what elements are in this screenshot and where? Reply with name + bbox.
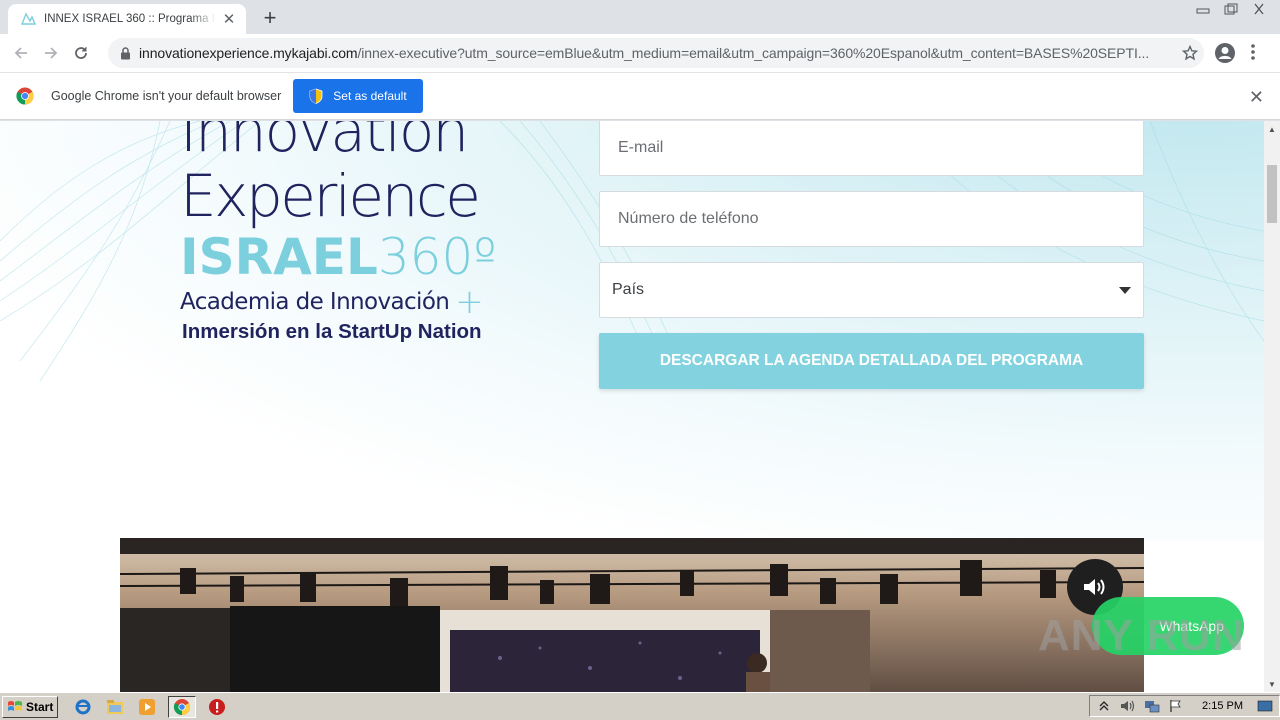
logo-academia-text: Academia de Innovación	[180, 289, 450, 315]
plus-icon: +	[455, 282, 484, 322]
browser-tab[interactable]: INNEX ISRAEL 360 :: Programa Internacion…	[8, 4, 246, 34]
start-label: Start	[26, 699, 54, 714]
country-select-label: País	[612, 281, 645, 298]
forward-icon[interactable]	[36, 38, 66, 68]
network-icon[interactable]	[1144, 698, 1160, 714]
url-path: /innex-executive?utm_source=emBlue&utm_m…	[357, 45, 1150, 61]
page-scrollbar[interactable]: ▲ ▼	[1264, 121, 1280, 692]
quick-launch	[72, 695, 228, 718]
profile-avatar-icon[interactable]	[1214, 42, 1236, 69]
address-bar[interactable]: innovationexperience.mykajabi.com/innex-…	[108, 38, 1204, 68]
phone-field[interactable]: Número de teléfono	[599, 191, 1144, 247]
download-form: E-mail Número de teléfono País DESCARGAR…	[599, 121, 1144, 389]
favicon-icon	[20, 11, 36, 27]
url-host: innovationexperience.mykajabi.com	[139, 45, 358, 61]
logo-360-number: 360º	[377, 228, 497, 286]
tab-strip: INNEX ISRAEL 360 :: Programa Internacion…	[0, 0, 1280, 34]
scroll-up-icon[interactable]: ▲	[1264, 121, 1280, 137]
volume-icon[interactable]	[1120, 698, 1136, 714]
stop-sign-icon[interactable]	[206, 696, 228, 718]
chrome-taskbar-icon[interactable]	[168, 695, 197, 718]
infobar-close-icon[interactable]: ✕	[1249, 87, 1264, 108]
chrome-menu-icon[interactable]	[1250, 42, 1256, 67]
logo-israel-word: ISRAEL	[180, 228, 378, 286]
windows-logo-icon	[8, 700, 22, 711]
speaker-icon	[1084, 579, 1105, 595]
close-window-icon[interactable]	[1248, 0, 1270, 18]
program-logo: Innovation Experience ISRAEL360º Academi…	[180, 121, 520, 347]
promo-video[interactable]	[120, 538, 1144, 692]
set-as-default-label: Set as default	[333, 89, 407, 103]
window-controls	[1192, 0, 1270, 18]
country-select[interactable]: País	[599, 262, 1144, 318]
chrome-logo-icon	[16, 87, 34, 105]
default-browser-infobar: Google Chrome isn't your default browser…	[0, 72, 1280, 120]
browser-toolbar: innovationexperience.mykajabi.com/innex-…	[0, 34, 1280, 72]
logo-experience-text: Experience	[180, 162, 481, 230]
tab-title: INNEX ISRAEL 360 :: Programa Internacion…	[44, 13, 216, 25]
video-frame-image	[120, 538, 1144, 692]
email-field[interactable]: E-mail	[599, 121, 1144, 176]
minimize-icon[interactable]	[1192, 0, 1214, 18]
media-player-icon[interactable]	[136, 696, 158, 718]
tab-close-icon[interactable]: ✕	[220, 10, 238, 28]
back-icon[interactable]	[6, 38, 36, 68]
system-tray: 2:15 PM	[1089, 695, 1280, 717]
restore-icon[interactable]	[1220, 0, 1242, 18]
action-center-flag-icon[interactable]	[1168, 698, 1184, 714]
scroll-down-icon[interactable]: ▼	[1264, 676, 1280, 692]
download-agenda-button[interactable]: DESCARGAR LA AGENDA DETALLADA DEL PROGRA…	[599, 333, 1144, 389]
chevron-down-icon	[1119, 286, 1131, 294]
file-explorer-icon[interactable]	[104, 696, 126, 718]
reload-icon[interactable]	[66, 38, 96, 68]
shield-icon	[309, 88, 323, 104]
taskbar-clock: 2:15 PM	[1202, 700, 1243, 712]
start-button[interactable]: Start	[2, 695, 59, 718]
internet-explorer-icon[interactable]	[72, 696, 94, 718]
logo-innovation-text: Innovation	[180, 121, 469, 165]
url-text: innovationexperience.mykajabi.com/innex-…	[139, 45, 1176, 61]
scroll-thumb[interactable]	[1267, 165, 1277, 223]
logo-inmersion-text: Inmersión en la StartUp Nation	[182, 320, 482, 343]
new-tab-icon[interactable]: +	[258, 5, 282, 30]
lock-icon	[120, 46, 131, 60]
set-as-default-button[interactable]: Set as default	[293, 79, 423, 113]
windows-taskbar: Start 2:15 PM	[0, 692, 1280, 720]
hero-section: Innovation Experience ISRAEL360º Academi…	[0, 121, 1264, 541]
infobar-message: Google Chrome isn't your default browser	[51, 89, 282, 103]
anyrun-watermark: ANY RUN	[1038, 611, 1245, 660]
tray-expand-icon[interactable]	[1096, 698, 1112, 714]
bookmark-star-icon[interactable]	[1176, 45, 1204, 61]
logo-israel-360-text: ISRAEL360º	[180, 229, 520, 285]
show-desktop-icon[interactable]	[1257, 698, 1273, 714]
page-viewport: Innovation Experience ISRAEL360º Academi…	[0, 121, 1264, 692]
logo-academia-line: Academia de Innovación +	[180, 282, 520, 322]
